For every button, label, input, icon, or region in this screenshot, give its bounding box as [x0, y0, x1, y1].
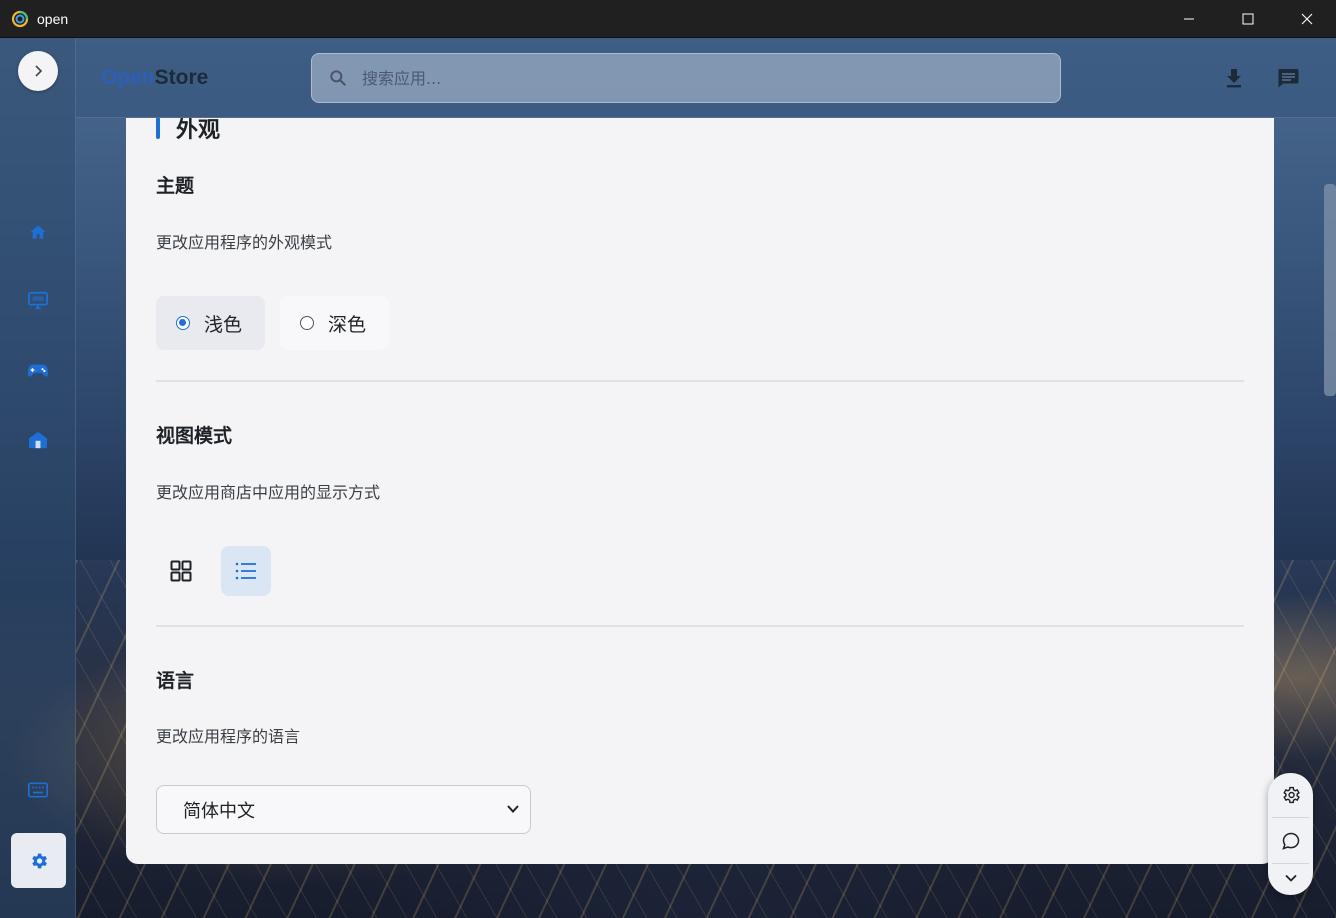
sidebar-item-home[interactable] [26, 220, 50, 244]
divider [156, 380, 1244, 382]
chat-icon [1281, 832, 1299, 850]
chevron-down-icon [507, 805, 519, 813]
grid-icon [170, 560, 192, 582]
brand-logo: OpenStore [101, 66, 209, 89]
settings-card: 外观 主题 更改应用程序的外观模式 浅色 深色 视图模式 更改应用商店中应用的显… [126, 118, 1274, 864]
sidebar-item-keyboard[interactable] [26, 778, 50, 802]
chevron-right-icon [35, 65, 43, 77]
maximize-button[interactable] [1218, 0, 1277, 38]
language-description: 更改应用程序的语言 [156, 727, 301, 746]
sidebar-item-games[interactable] [26, 359, 50, 383]
language-heading: 语言 [156, 670, 195, 692]
floating-toolbar [1268, 773, 1313, 895]
grid-view-button[interactable] [156, 546, 206, 596]
downloads-button[interactable] [1222, 66, 1246, 90]
store-icon [29, 431, 47, 449]
language-select[interactable]: 简体中文 [156, 785, 531, 834]
search-bar[interactable] [311, 53, 1061, 103]
divider [1272, 817, 1309, 818]
search-input[interactable] [362, 68, 962, 88]
keyboard-icon [28, 782, 48, 798]
float-collapse-button[interactable] [1268, 861, 1313, 895]
maximize-icon [1242, 13, 1253, 25]
float-settings-button[interactable] [1268, 775, 1313, 815]
sidebar-item-settings[interactable] [11, 833, 66, 888]
sidebar [0, 38, 76, 918]
gear-icon [1282, 786, 1300, 804]
window-title: open [37, 10, 69, 27]
messages-button[interactable] [1276, 66, 1300, 90]
view-mode-description: 更改应用商店中应用的显示方式 [156, 483, 381, 502]
message-icon [1278, 69, 1299, 88]
window-titlebar: open [0, 0, 1336, 38]
radio-light[interactable] [176, 316, 190, 330]
minimize-button[interactable] [1159, 0, 1218, 38]
download-icon [1227, 69, 1241, 88]
theme-option-dark[interactable]: 深色 [280, 296, 389, 350]
section-accent-bar [156, 118, 160, 139]
radio-dark[interactable] [300, 316, 314, 330]
section-appearance-title: 外观 [156, 118, 220, 143]
divider [156, 625, 1244, 627]
float-chat-button[interactable] [1268, 821, 1313, 861]
sidebar-item-store[interactable] [26, 428, 50, 452]
theme-option-label: 浅色 [204, 313, 243, 336]
app-logo-icon [11, 10, 29, 28]
sidebar-expand-button[interactable] [18, 51, 58, 91]
gamepad-icon [27, 364, 49, 377]
theme-option-label: 深色 [328, 313, 367, 336]
desktop-icon [28, 291, 48, 310]
app-header: OpenStore [76, 38, 1336, 118]
close-icon [1301, 13, 1312, 25]
language-selected-value: 简体中文 [183, 800, 255, 822]
settings-icon [31, 853, 47, 868]
chevron-down-icon [1284, 874, 1297, 882]
minimize-icon [1183, 18, 1194, 20]
home-icon [30, 225, 46, 239]
theme-option-light[interactable]: 浅色 [156, 296, 265, 350]
sidebar-item-desktop[interactable] [26, 289, 50, 313]
page-scrollbar-thumb[interactable] [1324, 184, 1336, 396]
theme-description: 更改应用程序的外观模式 [156, 233, 333, 252]
close-button[interactable] [1277, 0, 1336, 38]
theme-heading: 主题 [156, 175, 195, 197]
list-icon [235, 562, 256, 580]
search-icon [330, 70, 346, 86]
list-view-button[interactable] [221, 546, 271, 596]
view-mode-heading: 视图模式 [156, 425, 233, 447]
